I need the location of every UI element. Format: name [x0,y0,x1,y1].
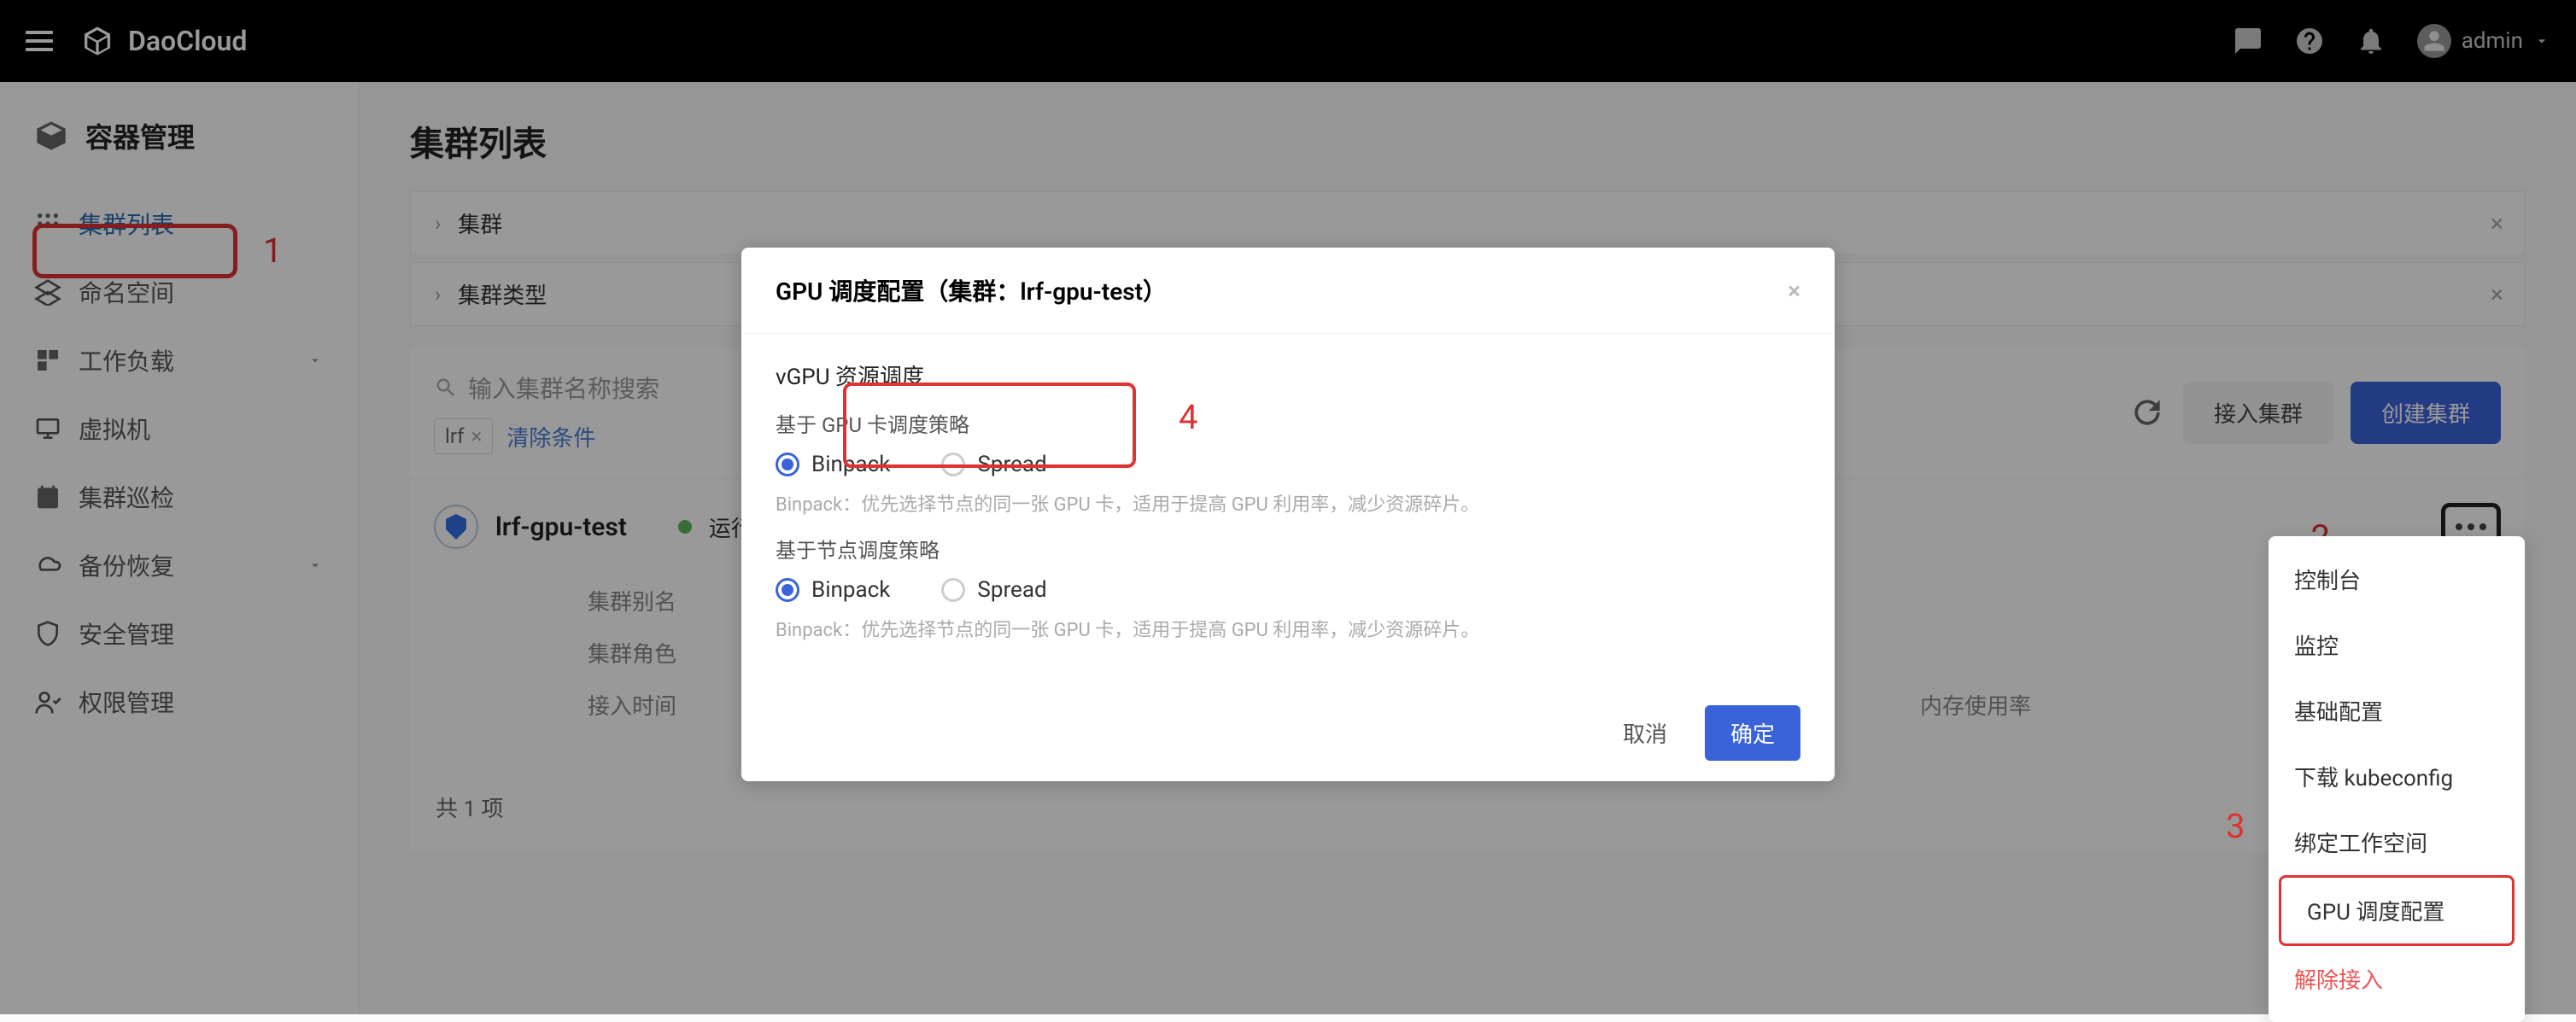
modal-policy-node: 基于节点调度策略 [776,534,1800,564]
menu-monitor[interactable]: 监控 [2269,612,2525,678]
radio-spread-node[interactable]: Spread [941,577,1046,603]
gpu-scheduling-modal: GPU 调度配置（集群：lrf-gpu-test） × vGPU 资源调度 基于… [741,248,1835,781]
confirm-button[interactable]: 确定 [1705,705,1800,761]
modal-title: GPU 调度配置（集群：lrf-gpu-test） [776,273,1167,307]
radio-icon [776,578,799,602]
menu-bind-workspace[interactable]: 绑定工作空间 [2269,809,2525,875]
menu-basic-config[interactable]: 基础配置 [2269,678,2525,744]
menu-download-kubeconfig[interactable]: 下载 kubeconfig [2269,744,2525,809]
cluster-action-menu: 控制台 监控 基础配置 下载 kubeconfig 绑定工作空间 GPU 调度配… [2269,536,2525,1022]
menu-remove-access[interactable]: 解除接入 [2269,946,2525,1012]
radio-icon [941,578,965,602]
radio-icon [776,453,799,476]
modal-hint-1: Binpack：优先选择节点的同一张 GPU 卡，适用于提高 GPU 利用率，减… [776,489,1800,517]
menu-gpu-scheduling[interactable]: GPU 调度配置 [2279,875,2515,946]
annotation-number-4: 4 [1179,397,1197,437]
radio-binpack-node[interactable]: Binpack [776,577,890,603]
annotation-number-3: 3 [2226,806,2245,846]
close-icon[interactable]: × [1788,277,1800,305]
annotation-box-4 [843,383,1136,468]
modal-hint-2: Binpack：优先选择节点的同一张 GPU 卡，适用于提高 GPU 利用率，减… [776,615,1800,642]
menu-console[interactable]: 控制台 [2269,546,2525,612]
cancel-button[interactable]: 取消 [1606,705,1684,761]
